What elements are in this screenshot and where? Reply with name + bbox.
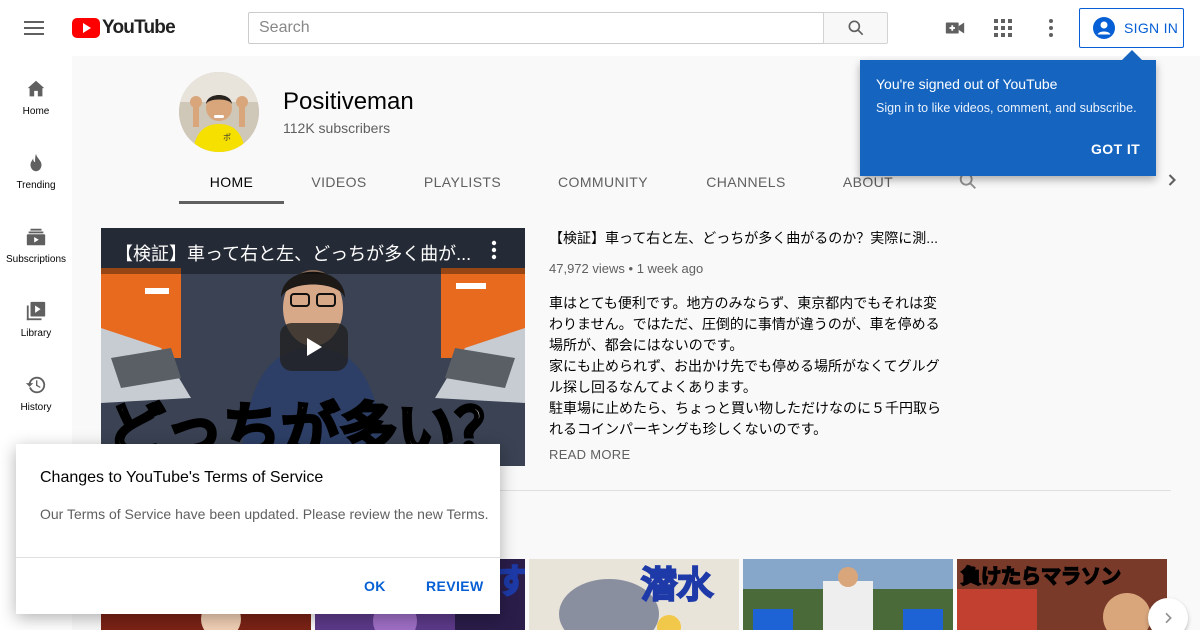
featured-video-title[interactable]: 【検証】車って右と左、どっちが多く曲がるのか？実際に測... [549, 228, 945, 248]
play-button[interactable] [280, 323, 348, 371]
read-more-link[interactable]: READ MORE [549, 447, 630, 462]
tab-label: HOME [209, 174, 254, 190]
description-line: わりません。ではただ、圧倒的に事情が違うのが、車を停める [549, 316, 940, 332]
tab-videos[interactable]: VIDEOS [302, 160, 376, 204]
subscriber-count: 112K subscribers [283, 120, 391, 136]
tab-channels[interactable]: CHANNELS [702, 160, 790, 204]
sidebar-item-label: Subscriptions [5, 254, 67, 265]
tab-home[interactable]: HOME [179, 160, 284, 204]
chevron-right-icon[interactable] [1162, 170, 1182, 195]
sidebar-item-label: Home [22, 106, 50, 117]
shelf-video-thumbnail[interactable]: 潜水 [529, 559, 739, 630]
search-box [248, 12, 824, 44]
review-button[interactable]: REVIEW [426, 578, 484, 594]
sidebar-item-label: Trending [16, 180, 56, 191]
tab-community[interactable]: COMMUNITY [553, 160, 653, 204]
tooltip-body: Sign in to like videos, comment, and sub… [876, 101, 1137, 115]
sidebar-item-label: History [20, 402, 52, 413]
flame-icon [30, 153, 42, 172]
logo-text: YouTube [102, 17, 176, 38]
home-icon [27, 80, 45, 97]
thumbnail-image: 負けたらマラソン [957, 559, 1167, 630]
ok-button[interactable]: OK [364, 578, 386, 594]
video-overlay-title[interactable]: 【検証】車って右と左、どっちが多く曲が... [115, 240, 485, 266]
thumbnail-caption: 負けたらマラソン [961, 564, 1121, 588]
thumbnail-image: 潜水 [529, 559, 739, 630]
featured-video-meta: 47,972 views • 1 week ago [549, 261, 703, 276]
library-icon [26, 301, 46, 321]
dialog-title: Changes to YouTube's Terms of Service [40, 469, 324, 486]
sidebar-item-trending[interactable]: Trending [0, 130, 72, 204]
tab-label: ABOUT [842, 174, 894, 190]
got-it-button[interactable]: GOT IT [1091, 141, 1140, 157]
subscriptions-icon [26, 228, 46, 246]
description-line: 駐車場に止めたら、ちょっと買い物しただけなのに５千円取ら [549, 400, 941, 416]
terms-dialog: Changes to YouTube's Terms of Service Ou… [16, 444, 500, 614]
masthead: YouTube SIGN IN [0, 0, 1200, 56]
featured-video-description: 車はとても便利です。地方のみならず、東京都内でもそれは変 わりません。ではただ、… [549, 293, 945, 440]
search-button[interactable] [823, 12, 888, 44]
account-circle-icon [1093, 17, 1115, 39]
history-icon [25, 376, 46, 394]
more-vert-icon[interactable] [485, 238, 503, 262]
upload-age: 1 week ago [636, 261, 704, 276]
thumbnail-caption: 潜水 [641, 565, 714, 606]
dialog-divider [16, 557, 500, 558]
description-line: ル探し回るなんてよくあります。 [549, 379, 757, 395]
tab-label: PLAYLISTS [423, 174, 502, 190]
meta-separator: • [628, 261, 637, 276]
chevron-right-icon [1165, 612, 1172, 624]
description-line: 場所が、都会にはないのです。 [549, 337, 744, 353]
tooltip-title: You're signed out of YouTube [876, 76, 1058, 92]
channel-avatar[interactable]: ポ [179, 72, 259, 152]
sidebar-item-subscriptions[interactable]: Subscriptions [0, 204, 72, 278]
description-line: れるコインパーキングも珍しくないのです。 [549, 421, 828, 437]
sidebar-item-history[interactable]: History [0, 352, 72, 426]
thumbnail-image [743, 559, 953, 630]
tab-playlists[interactable]: PLAYLISTS [417, 160, 508, 204]
tab-label: COMMUNITY [558, 174, 648, 190]
more-vert-icon[interactable] [1039, 16, 1063, 40]
shelf-video-thumbnail[interactable] [743, 559, 953, 630]
svg-text:ポ: ポ [223, 133, 231, 142]
sidebar-item-home[interactable]: Home [0, 56, 72, 130]
tab-label: VIDEOS [311, 174, 367, 190]
sign-in-button[interactable]: SIGN IN [1079, 8, 1184, 48]
shelf-video-thumbnail[interactable]: 負けたらマラソン [957, 559, 1167, 630]
sidebar-item-label: Library [20, 328, 52, 339]
sidebar-item-library[interactable]: Library [0, 278, 72, 352]
dialog-body: Our Terms of Service have been updated. … [40, 506, 489, 522]
apps-grid-icon[interactable] [991, 16, 1015, 40]
video-camera-plus-icon[interactable] [943, 16, 967, 40]
signed-out-tooltip: You're signed out of YouTube Sign in to … [860, 50, 1156, 176]
view-count: 47,972 views [549, 261, 625, 276]
tab-label: CHANNELS [706, 174, 786, 190]
description-line: 車はとても便利です。地方のみならず、東京都内でもそれは変 [549, 295, 937, 311]
description-line: 家にも止められず、お出かけ先でも停める場所がなくてグルグ [549, 358, 940, 374]
sign-in-label: SIGN IN [1124, 20, 1179, 36]
search-icon [848, 20, 863, 36]
channel-name: Positiveman [283, 88, 414, 115]
shelf-next-button[interactable] [1148, 598, 1188, 630]
youtube-logo[interactable]: YouTube [72, 17, 176, 39]
play-icon [307, 338, 322, 356]
menu-icon[interactable] [24, 19, 48, 37]
youtube-play-icon [72, 18, 100, 38]
search-input[interactable] [249, 13, 824, 43]
